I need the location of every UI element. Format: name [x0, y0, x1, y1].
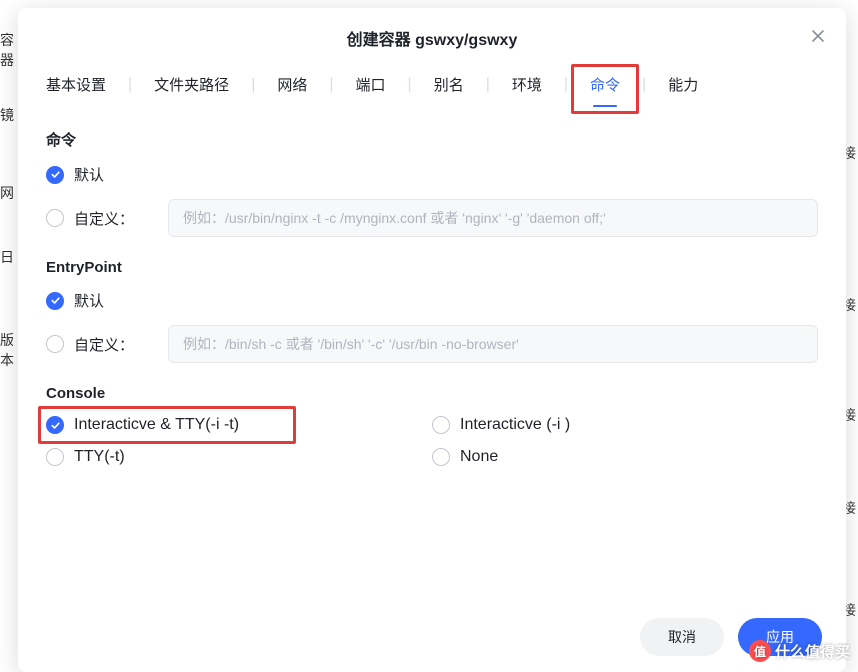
command-custom-row: 自定义：: [46, 199, 818, 237]
entrypoint-default-label: 默认: [74, 290, 104, 311]
check-icon: [50, 420, 61, 431]
tab-alias[interactable]: 别名: [430, 74, 468, 95]
tabs: 基本设置| 文件夹路径| 网络| 端口| 别名| 环境| 命令| 能力: [18, 64, 846, 109]
radio-console-i[interactable]: [432, 416, 450, 434]
close-icon: [810, 28, 826, 44]
radio-console-t[interactable]: [46, 448, 64, 466]
entrypoint-custom-input[interactable]: [168, 325, 818, 363]
radio-console-it[interactable]: [46, 416, 64, 434]
modal-title: 创建容器 gswxy/gswxy: [347, 26, 518, 50]
console-opt-i: Interacticve (-i ): [432, 416, 818, 434]
console-it-label: Interacticve & TTY(-i -t): [74, 416, 239, 434]
tab-folders[interactable]: 文件夹路径: [150, 74, 233, 95]
tabs-container: 基本设置| 文件夹路径| 网络| 端口| 别名| 环境| 命令| 能力: [18, 64, 846, 109]
radio-entrypoint-default[interactable]: [46, 292, 64, 310]
console-t-label: TTY(-t): [74, 448, 125, 466]
cancel-button[interactable]: 取消: [640, 618, 724, 656]
bg-label: 镜: [0, 105, 20, 125]
tab-command[interactable]: 命令: [586, 74, 624, 95]
entrypoint-default-row: 默认: [46, 290, 818, 311]
console-opt-it: Interacticve & TTY(-i -t): [46, 416, 432, 434]
tab-env[interactable]: 环境: [508, 74, 546, 95]
create-container-modal: 创建容器 gswxy/gswxy 基本设置| 文件夹路径| 网络| 端口| 别名…: [18, 8, 846, 672]
bg-label: 网: [0, 183, 20, 203]
command-default-label: 默认: [74, 164, 104, 185]
tab-basic[interactable]: 基本设置: [42, 74, 110, 95]
command-default-row: 默认: [46, 164, 818, 185]
command-custom-label: 自定义：: [74, 208, 134, 229]
radio-console-none[interactable]: [432, 448, 450, 466]
radio-command-default[interactable]: [46, 166, 64, 184]
entrypoint-custom-row: 自定义：: [46, 325, 818, 363]
modal-header: 创建容器 gswxy/gswxy: [18, 8, 846, 64]
console-opt-none: None: [432, 448, 818, 466]
radio-command-custom[interactable]: [46, 209, 64, 227]
check-icon: [50, 295, 61, 306]
modal-body: 命令 默认 自定义： EntryPoint 默认 自定义：: [18, 109, 846, 604]
check-icon: [50, 169, 61, 180]
tab-network[interactable]: 网络: [273, 74, 311, 95]
command-custom-input[interactable]: [168, 199, 818, 237]
bg-label: 版本: [0, 330, 20, 370]
console-none-label: None: [460, 448, 498, 466]
tab-capabilities[interactable]: 能力: [664, 74, 702, 95]
bg-label: 容器: [0, 30, 20, 70]
close-button[interactable]: [808, 26, 828, 46]
section-command-title: 命令: [46, 129, 818, 150]
modal-footer: 取消 应用: [18, 604, 846, 672]
console-i-label: Interacticve (-i ): [460, 416, 570, 434]
confirm-button[interactable]: 应用: [738, 618, 822, 656]
console-opt-t: TTY(-t): [46, 448, 432, 466]
entrypoint-custom-label: 自定义：: [74, 334, 134, 355]
section-console-title: Console: [46, 385, 818, 402]
tab-ports[interactable]: 端口: [352, 74, 390, 95]
console-options: Interacticve & TTY(-i -t) Interacticve (…: [46, 416, 818, 466]
radio-entrypoint-custom[interactable]: [46, 335, 64, 353]
bg-label: 日: [0, 247, 20, 267]
section-entrypoint-title: EntryPoint: [46, 259, 818, 276]
